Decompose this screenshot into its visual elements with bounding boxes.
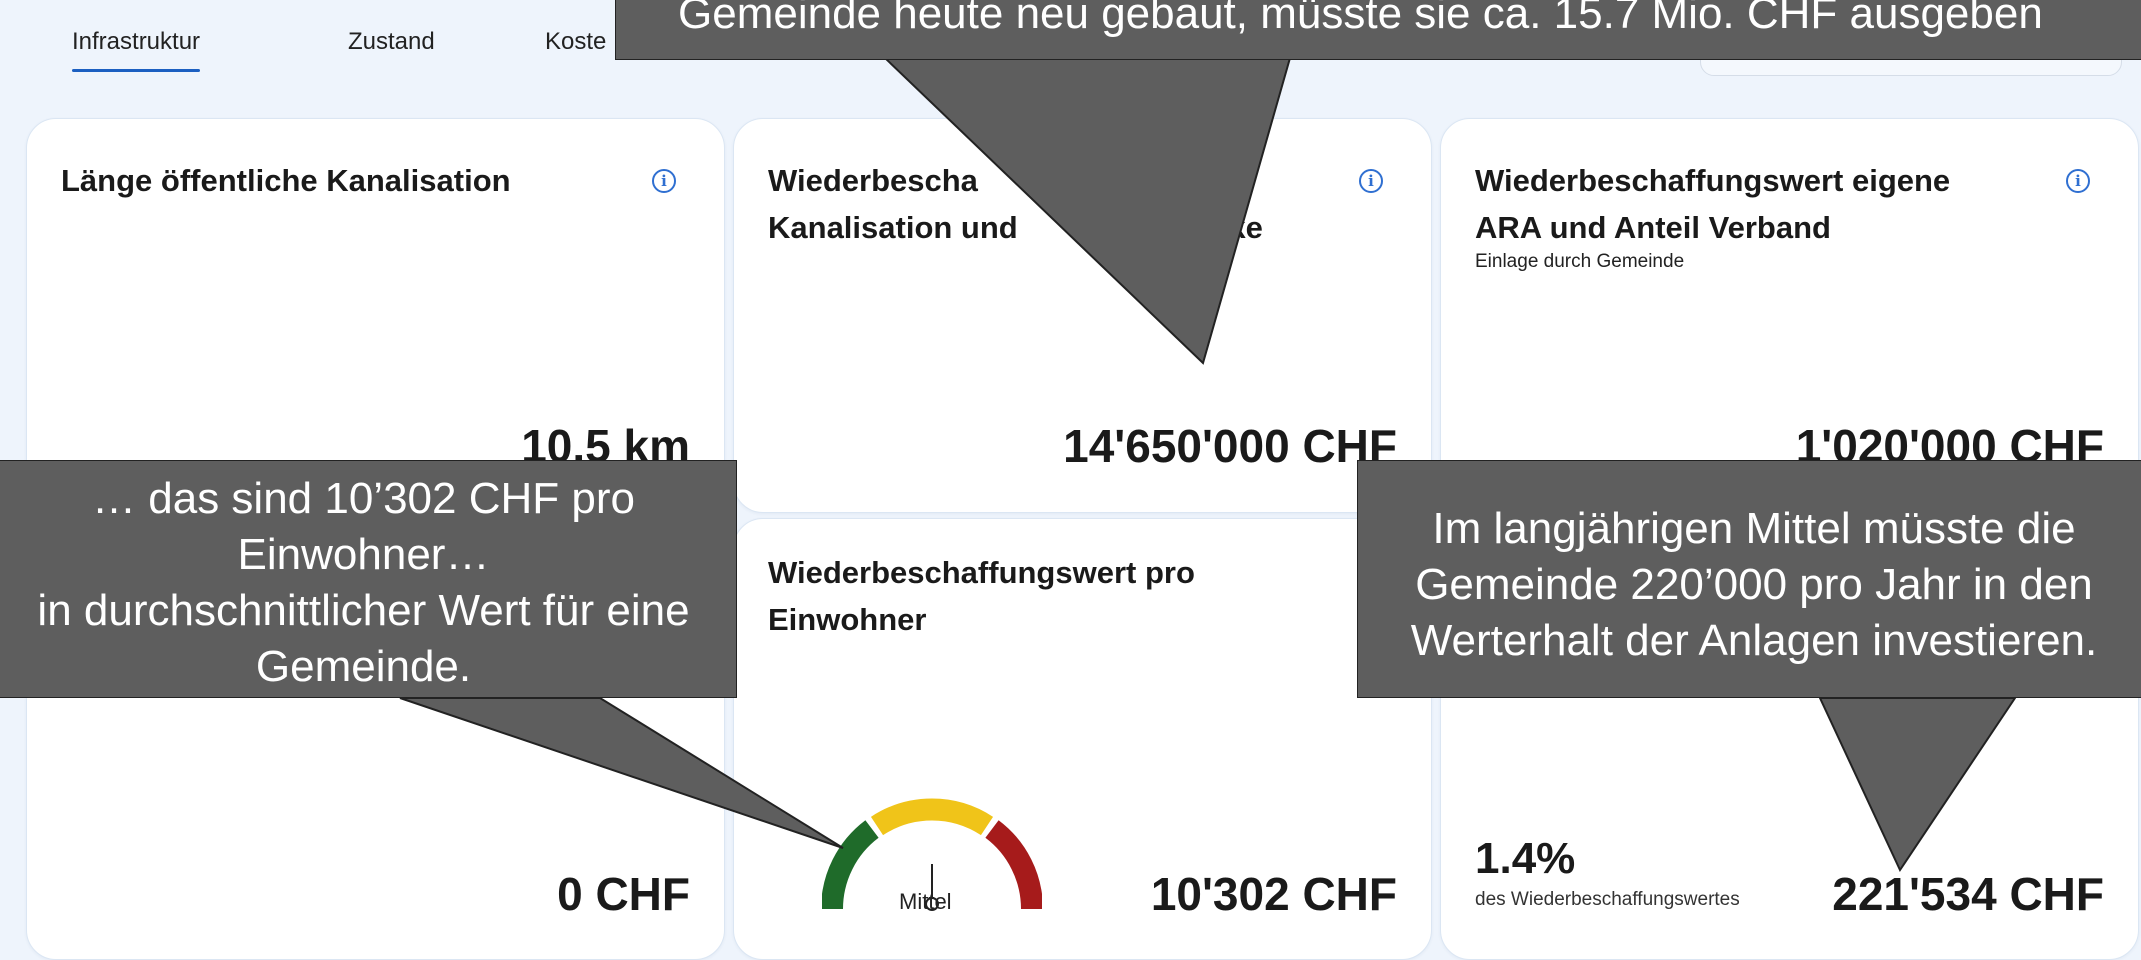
callout-right-line3: Werterhalt der Anlagen investieren. [1410, 616, 2098, 665]
per-capita-value: 10'302 CHF [1150, 868, 1397, 920]
card-subtitle: Einlage durch Gemeinde [1475, 251, 1685, 272]
percent-value: 1.4% [1475, 834, 1576, 883]
gauge-low-segment [822, 820, 879, 910]
info-icon[interactable]: i [652, 169, 676, 193]
replacement-value: 14'650'000 CHF [1063, 420, 1397, 472]
callout-left-line4: Gemeinde. [255, 642, 472, 691]
card-title-line1: Wiederbeschaffungswert pro [768, 555, 1195, 590]
card-replacement-value: Wiederbescha Kanalisation und werke i 14… [733, 118, 1432, 513]
callout-right-line1: Im langjährigen Mittel müsste die [1432, 504, 2076, 553]
callout-right-line2: Gemeinde 220’000 pro Jahr in den [1415, 560, 2093, 609]
callout-top-text: Gemeinde heute neu gebaut, müsste sie ca… [678, 0, 2043, 38]
callout-left: … das sind 10’302 CHF pro Einwohner… in … [0, 460, 737, 698]
tab-kosten[interactable]: Koste [545, 28, 606, 56]
card-per-capita: Wiederbeschaffungswert pro Einwohner Mit… [733, 518, 1432, 960]
card-title: Wiederbeschaffungswert pro Einwohner [768, 549, 1195, 643]
card-title: Länge öffentliche Kanalisation [61, 163, 511, 198]
card-title: Wiederbeschaffungswert eigene ARA und An… [1475, 157, 1950, 251]
callout-left-line3: in durchschnittlicher Wert für eine [37, 586, 690, 635]
card-title-line2: Einwohner [768, 602, 927, 637]
lower-value: 0 CHF [557, 868, 690, 920]
callout-left-line2: Einwohner… [237, 530, 490, 579]
card-ara-value: Wiederbeschaffungswert eigene ARA und An… [1440, 118, 2139, 513]
tab-zustand[interactable]: Zustand [348, 28, 435, 56]
card-title-line1: Wiederbescha [768, 163, 978, 198]
info-icon[interactable]: i [1359, 169, 1383, 193]
gauge-high-segment [985, 820, 1042, 910]
callout-top: Gemeinde heute neu gebaut, müsste sie ca… [615, 0, 2141, 60]
callout-right: Im langjährigen Mittel müsste die Gemein… [1357, 460, 2141, 698]
info-icon[interactable]: i [2066, 169, 2090, 193]
gauge-label: Mittel [899, 889, 952, 914]
callout-left-line1: … das sind 10’302 CHF pro [92, 474, 635, 523]
card-title-line1: Wiederbeschaffungswert eigene [1475, 163, 1951, 198]
card-title-line2: ARA und Anteil Verband [1475, 210, 1831, 245]
card-title-line2b: werke [1175, 210, 1263, 245]
card-title-line2a: Kanalisation und [768, 210, 1018, 245]
gauge-mid-segment [870, 798, 994, 836]
percent-subtitle: des Wiederbeschaffungswertes [1475, 889, 1740, 910]
card-title: Wiederbescha Kanalisation und werke [768, 157, 1263, 251]
annual-value: 221'534 CHF [1832, 868, 2104, 920]
tab-infrastruktur[interactable]: Infrastruktur [72, 28, 201, 72]
